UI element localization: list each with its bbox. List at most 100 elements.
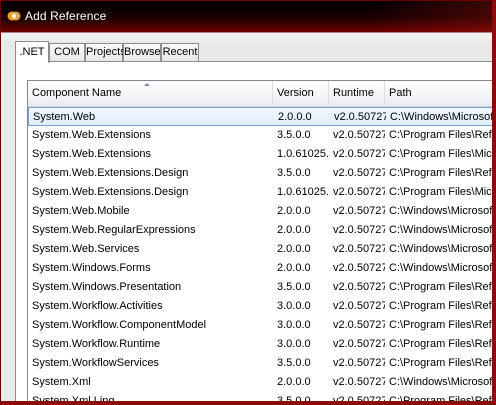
column-header-version[interactable]: Version	[273, 81, 329, 106]
cell-runtime: v2.0.50727	[333, 167, 385, 179]
cell-runtime: v2.0.50727	[333, 338, 385, 350]
cell-path: C:\Program Files\Microso...	[389, 148, 496, 160]
table-row[interactable]: System.Workflow.Runtime 3.0.0.0 v2.0.507…	[28, 335, 492, 354]
column-header-label: Component Name	[32, 87, 122, 99]
cell-path: C:\Program Files\Referen...	[389, 167, 492, 179]
cell-path: C:\Program Files\Referen...	[389, 395, 492, 405]
cell-runtime: v2.0.50727	[333, 376, 385, 388]
cell-version: 3.0.0.0	[277, 300, 311, 312]
cell-path: C:\Program Files\Referen...	[389, 319, 492, 331]
cell-component-name: System.Web.Extensions.Design	[32, 186, 189, 198]
cell-component-name: System.Web.RegularExpressions	[32, 224, 196, 236]
cell-version: 1.0.61025.0	[277, 148, 329, 160]
column-header-runtime[interactable]: Runtime	[329, 81, 385, 106]
table-row[interactable]: System.Windows.Presentation 3.5.0.0 v2.0…	[28, 278, 492, 297]
table-row[interactable]: System.WorkflowServices 3.5.0.0 v2.0.507…	[28, 354, 492, 373]
title-bar[interactable]: Add Reference	[1, 1, 492, 32]
sort-ascending-icon	[144, 83, 150, 86]
visual-studio-icon	[7, 11, 21, 21]
cell-component-name: System.Workflow.Activities	[32, 300, 163, 312]
cell-path: C:\Program Files\Referen...	[389, 129, 492, 141]
cell-component-name: System.Web	[33, 111, 96, 123]
title-bar-glow	[372, 1, 492, 32]
table-row[interactable]: System.Web.RegularExpressions 2.0.0.0 v2…	[28, 221, 496, 240]
tab-com[interactable]: COM	[49, 43, 85, 62]
tab-label: Browse	[124, 46, 161, 58]
cell-version: 2.0.0.0	[277, 243, 311, 255]
cell-runtime: v2.0.50727	[333, 281, 385, 293]
tab-projects[interactable]: Projects	[85, 43, 126, 62]
tab-panel: Component Name Version Runtime Path Syst…	[15, 61, 496, 405]
cell-component-name: System.Web.Services	[32, 243, 140, 255]
tab-label: .NET	[19, 46, 45, 58]
tab-recent[interactable]: Recent	[161, 43, 199, 62]
table-row[interactable]: System.Web.Services 2.0.0.0 v2.0.50727 C…	[28, 240, 496, 259]
cell-version: 3.5.0.0	[277, 129, 311, 141]
table-row[interactable]: System.Web.Extensions.Design 1.0.61025.0…	[28, 183, 492, 202]
cell-component-name: System.Windows.Presentation	[32, 281, 182, 293]
cell-version: 2.0.0.0	[277, 205, 311, 217]
table-row[interactable]: System.Web.Extensions 3.5.0.0 v2.0.50727…	[28, 126, 492, 145]
cell-version: 3.5.0.0	[277, 281, 311, 293]
column-header-path[interactable]: Path	[385, 81, 492, 106]
cell-component-name: System.Web.Extensions.Design	[32, 167, 189, 179]
cell-version: 3.0.0.0	[277, 319, 311, 331]
tab-label: Projects	[86, 46, 126, 58]
cell-path: C:\Program Files\Referen...	[389, 300, 492, 312]
table-row[interactable]: System.Workflow.ComponentModel 3.0.0.0 v…	[28, 316, 492, 335]
cell-runtime: v2.0.50727	[333, 205, 385, 217]
table-row[interactable]: System.Xml 2.0.0.0 v2.0.50727 C:\Windows…	[28, 373, 496, 392]
column-header-component-name[interactable]: Component Name	[28, 81, 273, 106]
cell-version: 2.0.0.0	[277, 224, 311, 236]
tab-label: Recent	[162, 46, 198, 58]
cell-path: C:\Program Files\Referen...	[389, 357, 492, 369]
cell-version: 2.0.0.0	[278, 111, 312, 123]
window-title: Add Reference	[25, 9, 107, 23]
cell-version: 1.0.61025.0	[277, 186, 329, 198]
cell-runtime: v2.0.50727	[333, 243, 385, 255]
cell-runtime: v2.0.50727	[334, 111, 386, 123]
cell-version: 3.0.0.0	[277, 338, 311, 350]
list-header: Component Name Version Runtime Path	[28, 81, 492, 107]
column-header-label: Runtime	[333, 87, 374, 99]
cell-component-name: System.Workflow.Runtime	[32, 338, 161, 350]
cell-path: C:\Program Files\Referen...	[389, 338, 492, 350]
cell-path: C:\Windows\Microsoft.N...	[389, 376, 496, 388]
tab-dotnet[interactable]: .NET	[15, 41, 49, 63]
table-row[interactable]: System.Web 2.0.0.0 v2.0.50727 C:\Windows…	[28, 107, 494, 126]
table-row[interactable]: System.Web.Mobile 2.0.0.0 v2.0.50727 C:\…	[28, 202, 496, 221]
component-list[interactable]: Component Name Version Runtime Path Syst…	[27, 80, 496, 405]
cell-path: C:\Windows\Microsoft.N...	[389, 224, 496, 236]
cell-component-name: System.Windows.Forms	[32, 262, 151, 274]
table-row[interactable]: System.Windows.Forms 2.0.0.0 v2.0.50727 …	[28, 259, 496, 278]
cell-component-name: System.Workflow.ComponentModel	[32, 319, 207, 331]
table-row[interactable]: System.Xml.Linq 3.5.0.0 v2.0.50727 C:\Pr…	[28, 392, 492, 405]
cell-path: C:\Program Files\Referen...	[389, 281, 492, 293]
tab-label: COM	[54, 46, 80, 58]
cell-runtime: v2.0.50727	[333, 395, 385, 405]
cell-runtime: v2.0.50727	[333, 357, 385, 369]
table-row[interactable]: System.Web.Extensions 1.0.61025.0 v2.0.5…	[28, 145, 496, 164]
cell-version: 3.5.0.0	[277, 357, 311, 369]
cell-runtime: v2.0.50727	[333, 186, 385, 198]
cell-runtime: v2.0.50727	[333, 148, 385, 160]
cell-version: 2.0.0.0	[277, 262, 311, 274]
table-row[interactable]: System.Web.Extensions.Design 3.5.0.0 v2.…	[28, 164, 492, 183]
table-row[interactable]: System.Workflow.Activities 3.0.0.0 v2.0.…	[28, 297, 492, 316]
cell-component-name: System.Xml.Linq	[32, 395, 115, 405]
cell-component-name: System.Web.Extensions	[32, 129, 152, 141]
cell-path: C:\Windows\Microsoft.N...	[389, 205, 496, 217]
cell-component-name: System.WorkflowServices	[32, 357, 159, 369]
add-reference-dialog: Add Reference .NET COM Projects Browse R…	[0, 0, 496, 405]
cell-runtime: v2.0.50727	[333, 300, 385, 312]
cell-version: 2.0.0.0	[277, 376, 311, 388]
cell-runtime: v2.0.50727	[333, 224, 385, 236]
cell-path: C:\Windows\Microsoft.N...	[389, 262, 496, 274]
cell-path: C:\Windows\Microsoft.N...	[389, 243, 496, 255]
cell-runtime: v2.0.50727	[333, 262, 385, 274]
cell-component-name: System.Web.Extensions	[32, 148, 152, 160]
tab-browse[interactable]: Browse	[123, 43, 161, 62]
cell-component-name: System.Web.Mobile	[32, 205, 130, 217]
cell-version: 3.5.0.0	[277, 167, 311, 179]
cell-path: C:\Windows\Microsoft.N...	[390, 111, 494, 123]
